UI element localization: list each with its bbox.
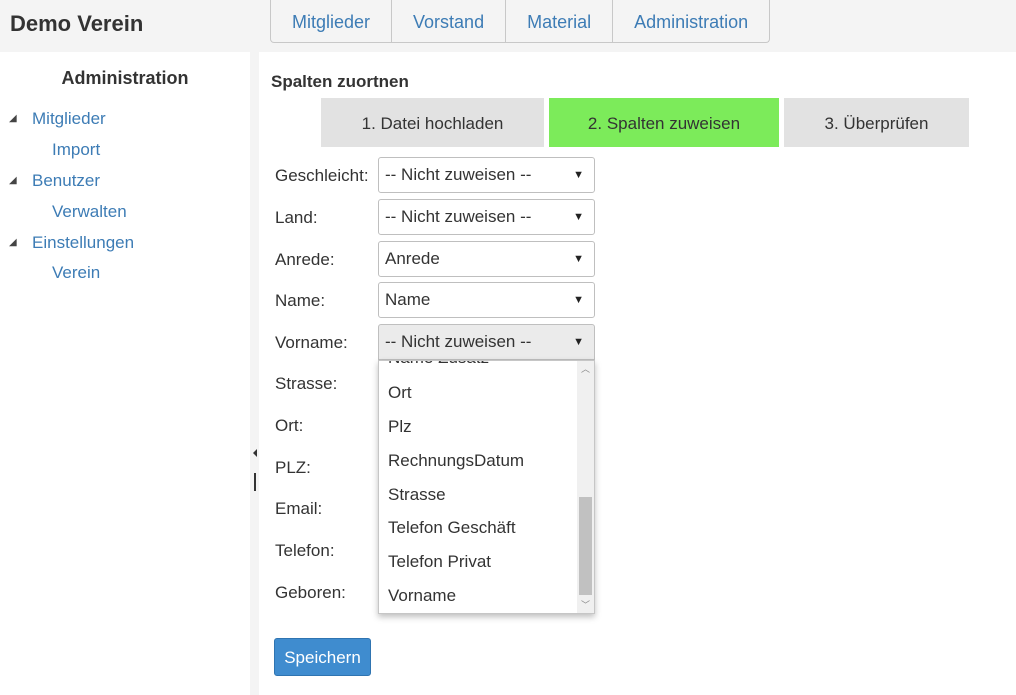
app-header: Demo Verein Mitglieder Vorstand Material… xyxy=(0,0,1016,52)
collapse-mitglieder-icon[interactable]: ◢ xyxy=(9,113,17,124)
label-land: Land: xyxy=(275,208,318,227)
select-value: -- Nicht zuweisen -- xyxy=(385,207,532,226)
label-geboren: Geboren: xyxy=(275,583,346,602)
nav-vorstand[interactable]: Vorstand xyxy=(392,0,507,42)
scroll-down-icon[interactable]: ﹀ xyxy=(577,597,594,613)
dropdown-option[interactable]: Telefon Privat xyxy=(388,552,491,572)
dropdown-option[interactable]: Strasse xyxy=(388,485,446,505)
step-review[interactable]: 3. Überprüfen xyxy=(784,98,969,147)
main-content: Spalten zuortnen 1. Datei hochladen 2. S… xyxy=(259,52,1016,695)
dropdown-option[interactable]: Ort xyxy=(388,383,412,403)
label-email: Email: xyxy=(275,499,323,518)
resize-handle[interactable] xyxy=(252,447,258,493)
select-anrede[interactable]: Anrede ▼ xyxy=(378,241,595,277)
dropdown-option[interactable]: RechnungsDatum xyxy=(388,451,524,471)
select-value: -- Nicht zuweisen -- xyxy=(385,332,532,351)
vorname-dropdown-list[interactable]: Name Zusatz Ort Plz RechnungsDatum Stras… xyxy=(378,360,595,614)
tree-item-import[interactable]: Import xyxy=(52,140,100,160)
tree-item-verwalten[interactable]: Verwalten xyxy=(52,202,127,222)
sidebar-title: Administration xyxy=(61,68,189,88)
section-title: Spalten zuortnen xyxy=(271,72,409,91)
tree-item-verein[interactable]: Verein xyxy=(52,263,100,283)
label-anrede: Anrede: xyxy=(275,250,335,269)
top-navigation: Mitglieder Vorstand Material Administrat… xyxy=(270,0,771,43)
select-land[interactable]: -- Nicht zuweisen -- ▼ xyxy=(378,199,595,235)
label-plz: PLZ: xyxy=(275,458,311,477)
label-geschlecht: Geschleicht: xyxy=(275,166,369,185)
select-value: -- Nicht zuweisen -- xyxy=(385,165,532,184)
nav-administration[interactable]: Administration xyxy=(613,0,769,42)
chevron-down-icon: ▼ xyxy=(573,294,584,306)
select-value: Anrede xyxy=(385,249,440,268)
scrollbar-thumb[interactable] xyxy=(579,497,592,595)
dropdown-option[interactable]: Name Zusatz xyxy=(388,361,489,368)
step-assign-columns[interactable]: 2. Spalten zuweisen xyxy=(549,98,779,147)
collapse-benutzer-icon[interactable]: ◢ xyxy=(9,175,17,186)
app-title: Demo Verein xyxy=(10,11,144,36)
dropdown-option[interactable]: Telefon Geschäft xyxy=(388,518,516,538)
tree-item-einstellungen[interactable]: Einstellungen xyxy=(32,233,134,253)
chevron-down-icon: ▼ xyxy=(573,253,584,265)
chevron-down-icon: ▼ xyxy=(573,336,584,348)
collapse-arrow-icon xyxy=(253,449,257,491)
dropdown-scrollbar[interactable]: ︿ ﹀ xyxy=(577,361,594,613)
dropdown-option[interactable]: Vorname xyxy=(388,586,456,606)
nav-mitglieder[interactable]: Mitglieder xyxy=(271,0,393,42)
collapse-einstellungen-icon[interactable]: ◢ xyxy=(9,237,17,248)
sidebar-splitter[interactable] xyxy=(250,52,259,695)
chevron-down-icon: ▼ xyxy=(573,169,584,181)
step-upload[interactable]: 1. Datei hochladen xyxy=(321,98,544,147)
sidebar: Administration ◢ Mitglieder Import ◢ Ben… xyxy=(0,52,250,695)
select-value: Name xyxy=(385,290,431,309)
nav-material[interactable]: Material xyxy=(506,0,614,42)
label-name: Name: xyxy=(275,291,326,310)
scroll-up-icon[interactable]: ︿ xyxy=(577,361,594,377)
chevron-down-icon: ▼ xyxy=(573,211,584,223)
label-vorname: Vorname: xyxy=(275,333,348,352)
tree-item-benutzer[interactable]: Benutzer xyxy=(32,171,100,191)
select-vorname[interactable]: -- Nicht zuweisen -- ▼ xyxy=(378,324,595,360)
tree-item-mitglieder[interactable]: Mitglieder xyxy=(32,109,106,129)
dropdown-option[interactable]: Plz xyxy=(388,417,412,437)
label-telefon: Telefon: xyxy=(275,541,335,560)
select-name[interactable]: Name ▼ xyxy=(378,282,595,318)
save-button[interactable]: Speichern xyxy=(274,638,371,676)
label-ort: Ort: xyxy=(275,416,304,435)
label-strasse: Strasse: xyxy=(275,374,338,393)
select-geschlecht[interactable]: -- Nicht zuweisen -- ▼ xyxy=(378,157,595,193)
